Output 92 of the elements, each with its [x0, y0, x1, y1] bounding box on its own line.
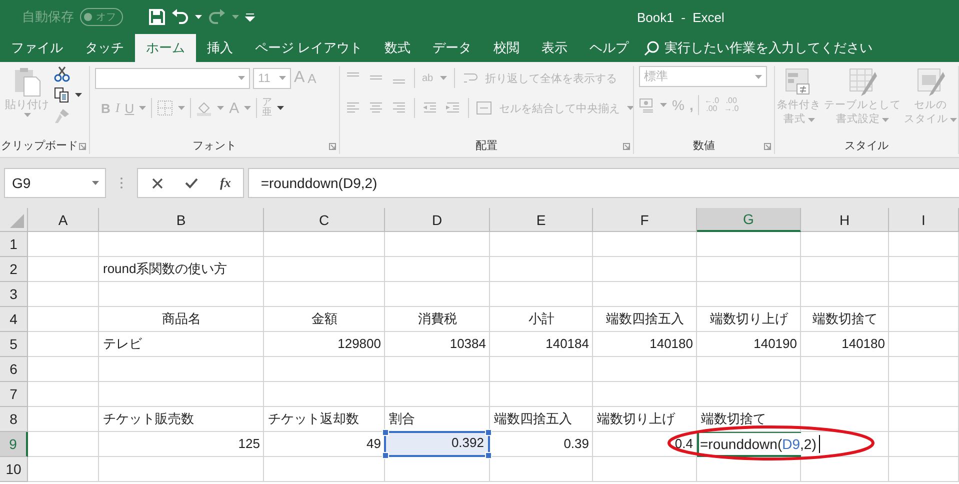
text-cursor — [819, 435, 820, 453]
cancel-icon[interactable] — [152, 178, 163, 188]
table-cell-text: 端数切捨て — [812, 310, 878, 328]
autosave-label: 自動保存 — [22, 8, 74, 26]
row-header[interactable]: 6 — [0, 357, 28, 382]
ribbon-tab[interactable]: ホーム — [135, 34, 196, 62]
column-header[interactable]: H — [801, 208, 889, 232]
table-cell-text: 商品名 — [161, 310, 202, 328]
table-cell-text: 端数切捨て — [700, 410, 767, 428]
row-header[interactable]: 9 — [0, 432, 28, 457]
row-header[interactable]: 3 — [0, 282, 28, 307]
tell-me-field[interactable]: 実行したい作業を入力してください — [664, 39, 873, 57]
table-cell-text: 端数切り上げ — [596, 410, 676, 428]
table-cell-text: 端数四捨五入 — [493, 410, 573, 428]
group-label: フォント — [192, 138, 236, 152]
range-handle[interactable] — [382, 429, 389, 436]
column-header[interactable]: A — [28, 208, 99, 232]
column-header[interactable]: D — [385, 208, 490, 232]
search-icon[interactable] — [644, 40, 659, 56]
ribbon-tab[interactable]: タッチ — [74, 34, 135, 62]
table-cell-text: round系関数の使い方 — [102, 260, 228, 278]
grip-icon[interactable] — [120, 177, 123, 189]
caret-icon[interactable] — [195, 15, 202, 19]
ribbon-tab[interactable]: 挿入 — [196, 34, 244, 62]
caret-icon[interactable] — [92, 181, 99, 185]
range-handle[interactable] — [485, 452, 492, 459]
table-cell-text: 10384 — [448, 334, 487, 352]
insert-function-button[interactable]: fx — [220, 175, 231, 191]
table-cell-text: 割合 — [388, 410, 416, 428]
table-cell-text: 端数切り上げ — [709, 310, 790, 328]
table-cell-text: チケット販売数 — [102, 410, 195, 428]
redo-icon[interactable] — [208, 9, 226, 25]
window-title: Book1 - Excel — [637, 10, 724, 24]
table-style-icon[interactable] — [848, 68, 876, 98]
column-header[interactable]: I — [889, 208, 959, 232]
table-cell-text: 0.4 — [674, 434, 694, 452]
formula-field[interactable]: =rounddown(D9,2) — [248, 168, 959, 198]
table-cell-text: 49 — [366, 434, 382, 452]
table-cell-text: 消費税 — [417, 310, 458, 328]
row-header[interactable]: 1 — [0, 232, 28, 257]
ribbon-tab[interactable]: ヘルプ — [578, 34, 640, 62]
column-header[interactable]: E — [490, 208, 593, 232]
group-label: 配置 — [476, 138, 498, 152]
column-header[interactable]: B — [99, 208, 264, 232]
row-header[interactable]: 7 — [0, 382, 28, 407]
table-cell-text: テレビ — [102, 334, 143, 352]
table-cell-text: 140180 — [840, 334, 886, 352]
table-cell-text: 端数四捨五入 — [605, 310, 685, 328]
button-label-line: テーブルとして — [824, 99, 901, 112]
ribbon-tab[interactable]: ファイル — [0, 34, 74, 62]
row-header[interactable]: 2 — [0, 257, 28, 282]
ribbon-tab[interactable]: 数式 — [374, 34, 422, 62]
ribbon-tab[interactable]: ページ レイアウト — [244, 34, 374, 62]
column-header[interactable]: C — [264, 208, 385, 232]
table-cell-text: 140184 — [544, 334, 590, 352]
column-header[interactable]: F — [593, 208, 697, 232]
button-label-line: 書式 — [784, 113, 806, 126]
column-header[interactable]: G — [697, 208, 801, 232]
cell-editor[interactable]: =rounddown(D9,2) — [699, 433, 822, 455]
referenced-cell: 0.392 — [384, 431, 490, 457]
row-header[interactable]: 8 — [0, 407, 28, 432]
group-label: 数値 — [693, 138, 715, 152]
undo-icon[interactable] — [171, 9, 189, 25]
button-label-line: 書式設定 — [836, 113, 880, 126]
customize-icon[interactable] — [245, 12, 255, 22]
row-header[interactable]: 10 — [0, 457, 28, 482]
table-cell-text: 金額 — [310, 310, 338, 328]
row-header[interactable]: 5 — [0, 332, 28, 357]
name-box[interactable]: G9 — [4, 168, 106, 198]
group-label: スタイル — [844, 138, 888, 152]
range-handle[interactable] — [382, 452, 389, 459]
ribbon-tab[interactable]: データ — [422, 34, 483, 62]
range-handle[interactable] — [485, 429, 492, 436]
group-label: クリップボード — [1, 138, 78, 152]
button-label-line: セルの — [914, 99, 947, 112]
table-cell-text: 129800 — [336, 334, 382, 352]
table-cell-text: 140190 — [752, 334, 798, 352]
row-header[interactable]: 4 — [0, 307, 28, 332]
table-cell-text: 小計 — [528, 310, 556, 328]
table-cell-text: 0.39 — [562, 434, 590, 452]
table-cell-text: チケット返却数 — [267, 410, 360, 428]
save-icon[interactable] — [149, 9, 165, 25]
button-label-line: 条件付き — [777, 99, 821, 112]
check-icon[interactable] — [185, 178, 198, 188]
button-label-line: スタイル — [904, 113, 948, 126]
cell-style-icon[interactable] — [916, 68, 944, 98]
ribbon-tab[interactable]: 校閲 — [482, 34, 531, 62]
clipboard-icon[interactable] — [12, 66, 42, 98]
ribbon-tab[interactable]: 表示 — [530, 34, 579, 62]
table-cell-text: 140180 — [648, 334, 694, 352]
table-cell-text: 125 — [237, 434, 261, 452]
select-all-icon[interactable] — [10, 214, 24, 228]
